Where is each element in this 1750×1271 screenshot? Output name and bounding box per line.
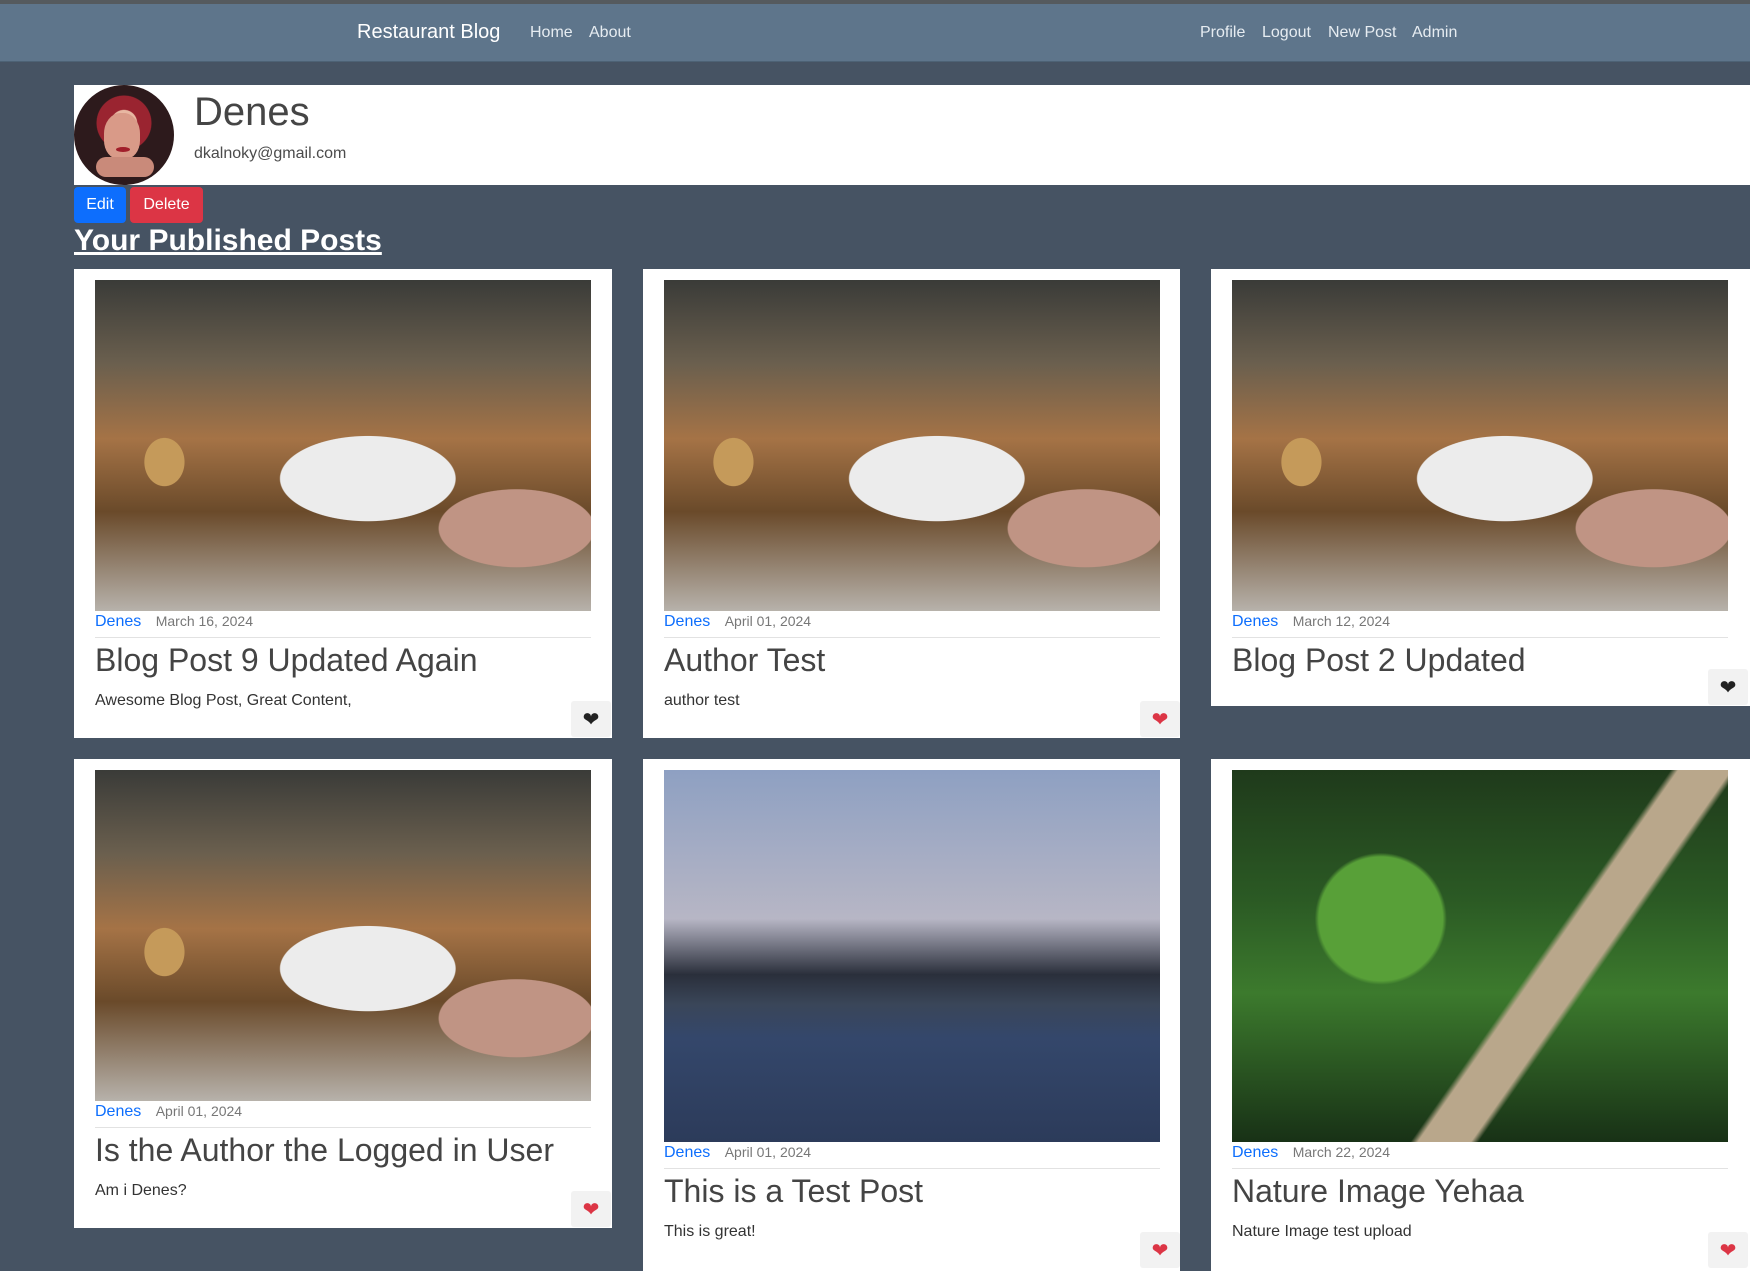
like-button[interactable]: ❤ (1140, 701, 1180, 737)
post-meta: Denes April 01, 2024 (95, 1103, 591, 1128)
post-title[interactable]: Is the Author the Logged in User (95, 1132, 554, 1169)
post-image (1232, 280, 1728, 611)
post-author-link[interactable]: Denes (664, 1144, 710, 1161)
post-card[interactable]: Denes April 01, 2024 This is a Test Post… (643, 759, 1180, 1271)
post-card[interactable]: Denes March 12, 2024 Blog Post 2 Updated… (1211, 269, 1750, 706)
nav-admin[interactable]: Admin (1412, 24, 1457, 42)
heart-icon: ❤ (1151, 708, 1169, 731)
post-excerpt: This is great! (664, 1223, 756, 1240)
post-title[interactable]: Author Test (664, 642, 825, 679)
post-date: April 01, 2024 (724, 613, 812, 629)
profile-email: dkalnoky@gmail.com (194, 145, 347, 162)
delete-button[interactable]: Delete (130, 187, 203, 223)
post-meta: Denes April 01, 2024 (664, 1144, 1160, 1169)
avatar (74, 85, 174, 185)
post-card[interactable]: Denes March 16, 2024 Blog Post 9 Updated… (74, 269, 612, 738)
post-meta: Denes April 01, 2024 (664, 613, 1160, 638)
nav-home[interactable]: Home (530, 24, 573, 42)
post-meta: Denes March 22, 2024 (1232, 1144, 1728, 1169)
post-date: March 12, 2024 (1292, 613, 1390, 629)
post-card[interactable]: Denes April 01, 2024 Author Test author … (643, 269, 1180, 738)
nav-new-post[interactable]: New Post (1328, 24, 1396, 42)
post-date: April 01, 2024 (724, 1144, 812, 1160)
like-button[interactable]: ❤ (571, 701, 611, 737)
post-image (1232, 770, 1728, 1142)
post-author-link[interactable]: Denes (1232, 1144, 1278, 1161)
heart-icon: ❤ (1151, 1239, 1169, 1262)
post-title[interactable]: Blog Post 2 Updated (1232, 642, 1526, 679)
post-author-link[interactable]: Denes (664, 613, 710, 630)
post-meta: Denes March 16, 2024 (95, 613, 591, 638)
post-card[interactable]: Denes April 01, 2024 Is the Author the L… (74, 759, 612, 1228)
post-image (95, 770, 591, 1101)
heart-icon: ❤ (582, 708, 600, 731)
post-excerpt: author test (664, 692, 740, 709)
like-button[interactable]: ❤ (571, 1191, 611, 1227)
post-author-link[interactable]: Denes (95, 613, 141, 630)
post-excerpt: Nature Image test upload (1232, 1223, 1412, 1240)
post-card[interactable]: Denes March 22, 2024 Nature Image Yehaa … (1211, 759, 1750, 1271)
like-button[interactable]: ❤ (1708, 669, 1748, 705)
post-title[interactable]: Nature Image Yehaa (1232, 1173, 1524, 1210)
like-button[interactable]: ❤ (1708, 1232, 1748, 1268)
post-author-link[interactable]: Denes (1232, 613, 1278, 630)
post-excerpt: Awesome Blog Post, Great Content, (95, 692, 352, 709)
post-meta: Denes March 12, 2024 (1232, 613, 1728, 638)
profile-header: Denes dkalnoky@gmail.com (74, 85, 1750, 185)
edit-button[interactable]: Edit (74, 187, 126, 223)
post-image (664, 770, 1160, 1142)
avatar-hand (96, 157, 154, 177)
avatar-lips (116, 147, 130, 152)
post-title[interactable]: Blog Post 9 Updated Again (95, 642, 478, 679)
post-date: April 01, 2024 (155, 1103, 243, 1119)
nav-about[interactable]: About (589, 24, 631, 42)
like-button[interactable]: ❤ (1140, 1232, 1180, 1268)
heart-icon: ❤ (582, 1198, 600, 1221)
post-author-link[interactable]: Denes (95, 1103, 141, 1120)
navbar: Restaurant Blog Home About Profile Logou… (0, 4, 1750, 62)
page-title: Your Published Posts (74, 224, 382, 257)
avatar-face (104, 113, 140, 159)
profile-name: Denes (194, 90, 310, 134)
post-excerpt: Am i Denes? (95, 1182, 187, 1199)
heart-icon: ❤ (1719, 1239, 1737, 1262)
brand-link[interactable]: Restaurant Blog (357, 21, 500, 44)
post-title[interactable]: This is a Test Post (664, 1173, 923, 1210)
post-date: March 16, 2024 (155, 613, 253, 629)
heart-icon: ❤ (1719, 676, 1737, 699)
nav-logout[interactable]: Logout (1262, 24, 1311, 42)
nav-profile[interactable]: Profile (1200, 24, 1245, 42)
post-image (664, 280, 1160, 611)
post-date: March 22, 2024 (1292, 1144, 1390, 1160)
post-image (95, 280, 591, 611)
